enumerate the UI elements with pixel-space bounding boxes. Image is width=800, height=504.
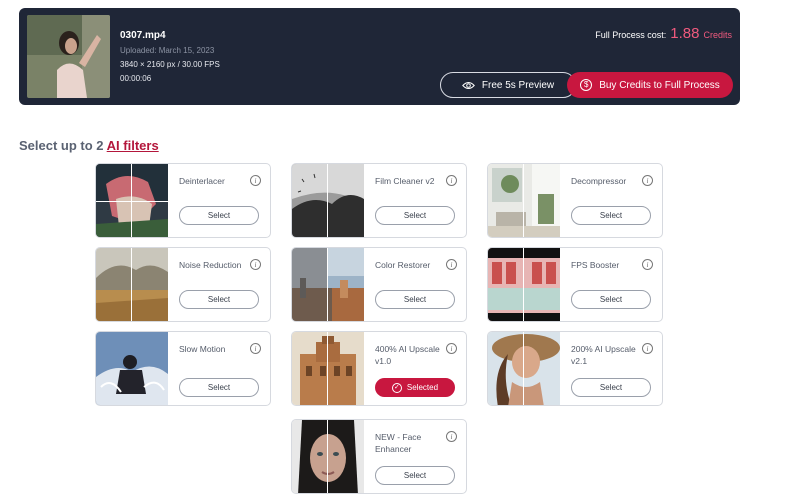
dollar-icon: $ (580, 79, 593, 91)
select-button-deinterlacer[interactable]: Select (179, 206, 259, 225)
filter-title: Deinterlacer (179, 176, 225, 186)
filter-title: 200% AI Upscale v2.1 (571, 344, 636, 366)
filter-title: Film Cleaner v2 (375, 176, 435, 186)
filter-card-deinterlacer: Deinterlacer i Select (95, 163, 271, 238)
preview-label: Free 5s Preview (481, 79, 555, 91)
filter-card-film-cleaner: Film Cleaner v2 i Select (291, 163, 467, 238)
eye-icon (461, 81, 475, 89)
filter-card-decompressor: Decompressor i Select (487, 163, 663, 238)
filter-title: Decompressor (571, 176, 627, 186)
filter-title: NEW - Face Enhancer (375, 432, 422, 454)
filters-heading: Select up to 2 AI filters (19, 138, 159, 153)
filter-card-noise-reduction: Noise Reduction i Select (95, 247, 271, 322)
info-icon[interactable]: i (642, 259, 653, 270)
decompressor-preview-image (488, 164, 560, 237)
select-button-slow-motion[interactable]: Select (179, 378, 259, 397)
face-enhancer-preview-image (292, 420, 364, 493)
filter-card-slow-motion: Slow Motion i Select (95, 331, 271, 406)
cost-unit: Credits (703, 30, 732, 40)
buy-label: Buy Credits to Full Process (599, 79, 720, 91)
select-button-film-cleaner[interactable]: Select (375, 206, 455, 225)
selected-label: Selected (406, 383, 439, 392)
video-resolution: 3840 × 2160 px / 30.00 FPS (120, 60, 220, 69)
noise-reduction-preview-image (96, 248, 168, 321)
filter-card-color-restorer: Color Restorer i Select (291, 247, 467, 322)
free-preview-button[interactable]: Free 5s Preview (440, 72, 576, 98)
filter-card-fps-booster: FPS Booster i Select (487, 247, 663, 322)
info-icon[interactable]: i (250, 175, 261, 186)
info-icon[interactable]: i (446, 343, 457, 354)
deinterlacer-preview-image (96, 164, 168, 237)
fps-booster-preview-image (488, 248, 560, 321)
cost-value: 1.88 (670, 25, 700, 42)
cost-label: Full Process cost: (595, 30, 667, 40)
filter-title: 400% AI Upscale v1.0 (375, 344, 440, 366)
buy-credits-button[interactable]: $ Buy Credits to Full Process (567, 72, 733, 98)
video-info-card: 0307.mp4 Uploaded: March 15, 2023 3840 ×… (19, 8, 740, 105)
ai-filters-link[interactable]: AI filters (107, 138, 159, 153)
color-restorer-preview-image (292, 248, 364, 321)
info-icon[interactable]: i (446, 259, 457, 270)
filter-title: Color Restorer (375, 260, 431, 270)
filter-card-400-upscale: 400% AI Upscale v1.0 i ✓ Selected (291, 331, 467, 406)
filter-card-face-enhancer: NEW - Face Enhancer i Select (291, 419, 467, 494)
filter-title: Slow Motion (179, 344, 226, 354)
select-button-200-upscale[interactable]: Select (571, 378, 651, 397)
slow-motion-preview-image (96, 332, 168, 405)
select-button-fps-booster[interactable]: Select (571, 290, 651, 309)
info-icon[interactable]: i (446, 175, 457, 186)
select-button-face-enhancer[interactable]: Select (375, 466, 455, 485)
video-thumbnail (27, 15, 110, 98)
video-duration: 00:00:06 (120, 74, 152, 83)
selected-button-400-upscale[interactable]: ✓ Selected (375, 378, 455, 397)
check-icon: ✓ (391, 382, 402, 393)
info-icon[interactable]: i (446, 431, 457, 442)
video-filename: 0307.mp4 (120, 30, 166, 41)
select-button-noise-reduction[interactable]: Select (179, 290, 259, 309)
select-button-decompressor[interactable]: Select (571, 206, 651, 225)
info-icon[interactable]: i (642, 175, 653, 186)
info-icon[interactable]: i (250, 343, 261, 354)
process-cost: Full Process cost: 1.88 Credits (595, 25, 732, 42)
upscale-200-preview-image (488, 332, 560, 405)
filter-card-200-upscale: 200% AI Upscale v2.1 i Select (487, 331, 663, 406)
info-icon[interactable]: i (642, 343, 653, 354)
info-icon[interactable]: i (250, 259, 261, 270)
filter-title: FPS Booster (571, 260, 620, 270)
heading-prefix: Select up to 2 (19, 138, 104, 153)
filter-title: Noise Reduction (179, 260, 242, 270)
select-button-color-restorer[interactable]: Select (375, 290, 455, 309)
upscale-400-preview-image (292, 332, 364, 405)
upload-date: Uploaded: March 15, 2023 (120, 46, 215, 55)
film-cleaner-preview-image (292, 164, 364, 237)
